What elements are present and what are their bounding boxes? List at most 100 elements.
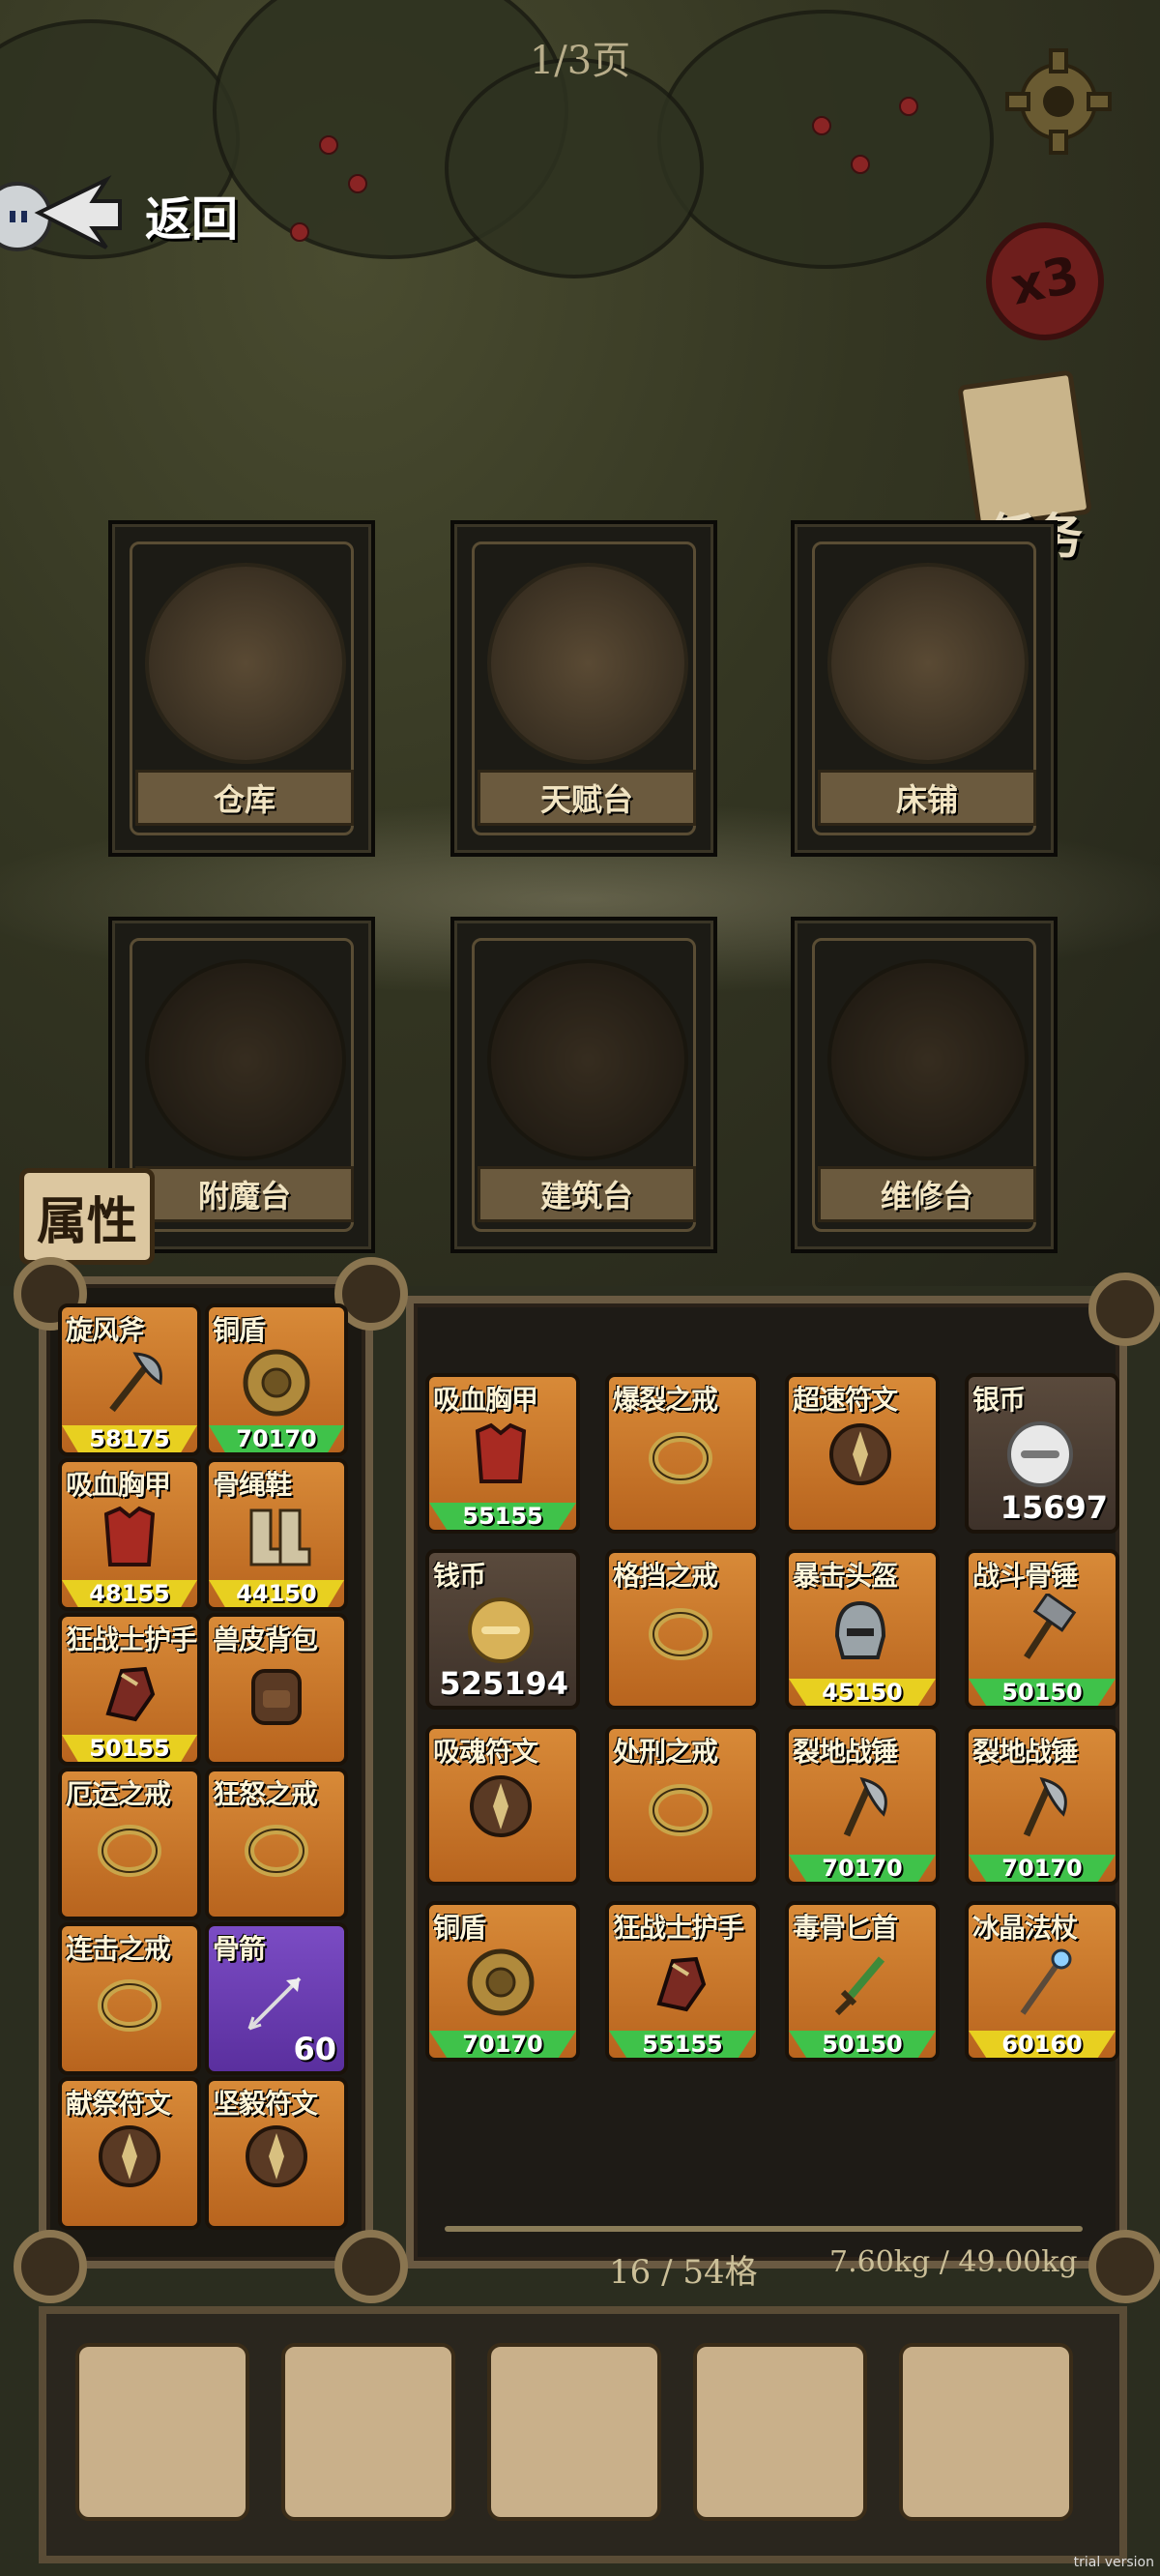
- repair-table-icon: [827, 959, 1029, 1160]
- item-slot[interactable]: 暴击头盔 45150: [785, 1549, 940, 1710]
- rope-knot: [334, 2230, 408, 2303]
- item-slot[interactable]: 铜盾 70170: [205, 1303, 348, 1456]
- durability-bar: 50155: [62, 1735, 197, 1762]
- arrow-icon: [247, 1976, 302, 2031]
- item-slot[interactable]: 坚毅符文: [205, 2077, 348, 2230]
- item-name: 兽皮背包: [213, 1624, 318, 1655]
- item-name: 狂怒之戒: [213, 1778, 318, 1810]
- item-name: 暴击头盔: [793, 1560, 898, 1592]
- ring-icon: [649, 1432, 712, 1484]
- item-name: 格挡之戒: [613, 1560, 718, 1592]
- ring-icon: [245, 1825, 308, 1877]
- silver-coin-icon: [1007, 1421, 1073, 1487]
- back-label: 返回: [145, 192, 239, 247]
- item-slot[interactable]: 爆裂之戒: [605, 1373, 760, 1534]
- item-slot[interactable]: 狂怒之戒: [205, 1768, 348, 1920]
- facility-label: 天赋台: [478, 770, 696, 826]
- item-name: 狂战士护手: [66, 1624, 197, 1655]
- bed-icon: [827, 563, 1029, 764]
- item-slot[interactable]: 狂战士护手 50155: [58, 1613, 201, 1766]
- item-slot[interactable]: 吸血胸甲 55155: [425, 1373, 580, 1534]
- item-slot[interactable]: 骨箭 60: [205, 1922, 348, 2075]
- gauntlet-icon: [105, 1666, 156, 1722]
- gauntlet-icon: [656, 1956, 707, 2012]
- item-name: 吸魂符文: [433, 1736, 538, 1768]
- item-name: 吸血胸甲: [66, 1469, 171, 1501]
- facility-label: 维修台: [818, 1166, 1036, 1222]
- shield-icon: [467, 1948, 535, 2016]
- item-name: 爆裂之戒: [613, 1384, 718, 1416]
- rune-icon: [470, 1775, 532, 1837]
- tent-icon: [145, 563, 346, 764]
- item-slot[interactable]: 连击之戒: [58, 1922, 201, 2075]
- item-slot[interactable]: 钱币 525194: [425, 1549, 580, 1710]
- rope-knot: [14, 2230, 87, 2303]
- backpack-icon: [251, 1669, 302, 1725]
- chest-armor-icon: [475, 1422, 527, 1483]
- item-count: 15697: [1000, 1489, 1108, 1526]
- item-name: 铜盾: [213, 1314, 266, 1346]
- item-slot[interactable]: 毒骨匕首 50150: [785, 1901, 940, 2062]
- berry: [899, 97, 918, 116]
- rune-icon: [99, 2125, 160, 2187]
- enchant-table-icon: [145, 959, 346, 1160]
- chest-armor-icon: [103, 1506, 156, 1566]
- item-slot[interactable]: 骨绳鞋 44150: [205, 1458, 348, 1611]
- facility-card[interactable]: 床铺: [791, 520, 1058, 857]
- item-slot[interactable]: 献祭符文: [58, 2077, 201, 2230]
- item-name: 毒骨匕首: [793, 1912, 898, 1944]
- item-name: 银币: [972, 1384, 1026, 1416]
- rune-icon: [246, 2125, 307, 2187]
- quick-slot[interactable]: [281, 2343, 455, 2521]
- durability-bar: 70170: [789, 1855, 936, 1882]
- item-slot[interactable]: 银币 15697: [965, 1373, 1119, 1534]
- item-slot[interactable]: 超速符文: [785, 1373, 940, 1534]
- item-slot[interactable]: 铜盾 70170: [425, 1901, 580, 2062]
- quick-slot[interactable]: [693, 2343, 867, 2521]
- bag-divider: [445, 2226, 1083, 2232]
- item-name: 处刑之戒: [613, 1736, 718, 1768]
- item-name: 裂地战锤: [793, 1736, 898, 1768]
- item-name: 战斗骨锤: [972, 1560, 1078, 1592]
- facility-card[interactable]: 仓库: [108, 520, 375, 857]
- item-slot[interactable]: 战斗骨锤 50150: [965, 1549, 1119, 1710]
- item-slot[interactable]: 冰晶法杖 60160: [965, 1901, 1119, 2062]
- item-slot[interactable]: 兽皮背包: [205, 1613, 348, 1766]
- facility-card[interactable]: 建筑台: [450, 917, 717, 1253]
- item-slot[interactable]: 吸血胸甲 48155: [58, 1458, 201, 1611]
- item-name: 骨箭: [213, 1933, 266, 1965]
- item-name: 骨绳鞋: [213, 1469, 292, 1501]
- back-button[interactable]: 返回: [0, 169, 271, 256]
- item-slot[interactable]: 吸魂符文: [425, 1725, 580, 1886]
- facility-label: 仓库: [135, 770, 354, 826]
- quick-slot[interactable]: [899, 2343, 1073, 2521]
- durability-bar: 70170: [969, 1855, 1116, 1882]
- item-slot[interactable]: 格挡之戒: [605, 1549, 760, 1710]
- item-slot[interactable]: 裂地战锤 70170: [785, 1725, 940, 1886]
- berry: [290, 222, 309, 242]
- boots-icon: [249, 1508, 311, 1566]
- item-slot[interactable]: 狂战士护手 55155: [605, 1901, 760, 2062]
- ring-icon: [649, 1608, 712, 1660]
- item-slot[interactable]: 处刑之戒: [605, 1725, 760, 1886]
- war-axe-icon: [843, 1776, 887, 1837]
- staff-icon: [1020, 1948, 1072, 2015]
- facility-card[interactable]: 天赋台: [450, 520, 717, 857]
- durability-bar: 60160: [969, 2031, 1116, 2058]
- hammer-icon: [1024, 1594, 1077, 1659]
- quick-slot[interactable]: [75, 2343, 249, 2521]
- item-slot[interactable]: 裂地战锤 70170: [965, 1725, 1119, 1886]
- quick-slot[interactable]: [487, 2343, 661, 2521]
- page-indicator: 1/3页: [529, 39, 631, 83]
- attributes-tab[interactable]: 属性: [19, 1168, 155, 1265]
- bag-weight: 7.60kg / 49.00kg: [829, 2245, 1078, 2279]
- item-slot[interactable]: 厄运之戒: [58, 1768, 201, 1920]
- item-slot[interactable]: 旋风斧 58175: [58, 1303, 201, 1456]
- facility-label: 附魔台: [135, 1166, 354, 1222]
- durability-bar: 58175: [62, 1425, 197, 1452]
- altar-icon: [487, 563, 688, 764]
- facility-label: 床铺: [818, 770, 1036, 826]
- durability-bar: 48155: [62, 1580, 197, 1607]
- facility-card[interactable]: 维修台: [791, 917, 1058, 1253]
- settings-gear-icon[interactable]: [1005, 48, 1112, 155]
